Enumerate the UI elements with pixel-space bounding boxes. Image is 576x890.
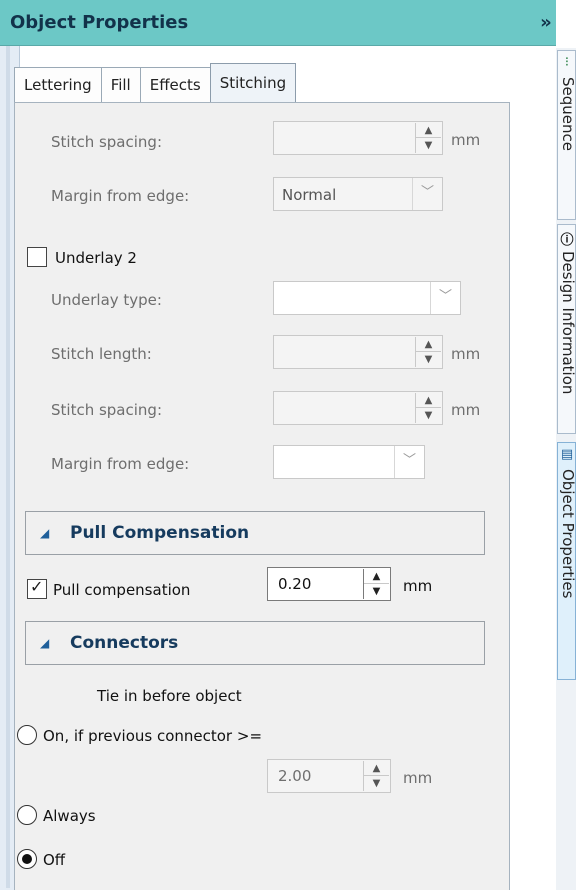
right-dock-tabs: ⁝ Sequence ⓘ Design Information ▤ Object… — [556, 48, 576, 890]
spin-down-icon[interactable]: ▼ — [416, 352, 441, 367]
underlay1-stitch-spacing-label: Stitch spacing: — [51, 133, 162, 151]
right-tab-sequence[interactable]: ⁝ Sequence — [557, 50, 576, 220]
underlay2-type-select[interactable]: ﹀ — [273, 281, 461, 315]
spin-arrows[interactable]: ▲ ▼ — [415, 337, 441, 367]
properties-icon: ▤ — [560, 447, 574, 462]
radio-on-if-previous[interactable] — [17, 725, 37, 745]
collapse-triangle-icon: ◢ — [40, 526, 50, 540]
tab-stitching[interactable]: Stitching — [209, 63, 297, 103]
underlay2-stitch-length-unit: mm — [451, 345, 481, 363]
tab-effects[interactable]: Effects — [139, 67, 211, 103]
underlay2-stitch-spacing-input[interactable]: ▲ ▼ — [273, 391, 443, 425]
radio-always[interactable] — [17, 805, 37, 825]
spin-up-icon[interactable]: ▲ — [364, 761, 389, 776]
spin-arrows[interactable]: ▲ ▼ — [363, 761, 389, 791]
left-dock-splitter[interactable] — [6, 28, 10, 888]
underlay2-stitch-spacing-label: Stitch spacing: — [51, 401, 162, 419]
connector-length-unit: mm — [403, 769, 433, 787]
right-tab-design-information[interactable]: ⓘ Design Information — [557, 224, 576, 434]
spin-arrows[interactable]: ▲ ▼ — [415, 393, 441, 423]
underlay1-margin-select[interactable]: Normal ﹀ — [273, 177, 443, 211]
radio-always-label: Always — [43, 807, 96, 825]
underlay2-stitch-length-label: Stitch length: — [51, 345, 152, 363]
connectors-section-title: Connectors — [70, 633, 179, 653]
underlay1-stitch-spacing-input[interactable]: ▲ ▼ — [273, 121, 443, 155]
panel-titlebar: Object Properties » — [0, 0, 556, 46]
pull-compensation-section-title: Pull Compensation — [70, 523, 250, 543]
underlay2-type-label: Underlay type: — [51, 291, 162, 309]
underlay2-stitch-spacing-unit: mm — [451, 401, 481, 419]
scroll-up-chevron-icon[interactable]: ⌃ — [509, 103, 510, 133]
chevron-down-icon[interactable]: ﹀ — [430, 282, 460, 314]
sequence-icon: ⁝ — [564, 55, 570, 70]
underlay1-margin-label: Margin from edge: — [51, 187, 190, 205]
underlay1-stitch-spacing-unit: mm — [451, 131, 481, 149]
spin-down-icon[interactable]: ▼ — [364, 776, 389, 791]
pull-compensation-checkbox[interactable]: ✓ — [27, 577, 47, 599]
underlay2-checkbox[interactable] — [27, 247, 47, 267]
spin-arrows[interactable]: ▲ ▼ — [415, 123, 441, 153]
property-tabs: Lettering Fill Effects Stitching — [14, 63, 297, 103]
chevron-down-icon[interactable]: ﹀ — [412, 178, 442, 210]
info-icon: ⓘ — [560, 233, 574, 248]
underlay2-margin-select[interactable]: ﹀ — [273, 445, 425, 479]
pull-compensation-label: Pull compensation — [53, 581, 191, 599]
radio-on-if-previous-label: On, if previous connector >= — [43, 727, 263, 745]
underlay2-label: Underlay 2 — [55, 249, 137, 267]
collapse-chevron-icon[interactable]: » — [536, 12, 556, 33]
stitching-tab-content: Stitch spacing: ▲ ▼ mm Margin from edge:… — [14, 102, 510, 890]
connectors-section-header[interactable]: ◢ Connectors — [25, 621, 485, 665]
pull-compensation-unit: mm — [403, 577, 433, 595]
underlay2-margin-label: Margin from edge: — [51, 455, 190, 473]
tab-lettering[interactable]: Lettering — [14, 67, 102, 103]
right-tab-object-properties[interactable]: ▤ Object Properties — [557, 442, 576, 680]
collapse-triangle-icon: ◢ — [40, 636, 50, 650]
tab-fill[interactable]: Fill — [100, 67, 141, 103]
vertical-scrollbar[interactable]: ⌃ — [509, 103, 510, 890]
connector-length-input[interactable]: 2.00 ▲ ▼ — [267, 759, 391, 793]
spin-up-icon[interactable]: ▲ — [416, 393, 441, 408]
tie-in-label: Tie in before object — [97, 687, 242, 705]
spin-down-icon[interactable]: ▼ — [364, 584, 389, 599]
radio-off-label: Off — [43, 851, 66, 869]
underlay2-stitch-length-input[interactable]: ▲ ▼ — [273, 335, 443, 369]
spin-up-icon[interactable]: ▲ — [416, 337, 441, 352]
radio-off[interactable] — [17, 849, 37, 869]
spin-up-icon[interactable]: ▲ — [364, 569, 389, 584]
chevron-down-icon[interactable]: ﹀ — [394, 446, 424, 478]
pull-compensation-section-header[interactable]: ◢ Pull Compensation — [25, 511, 485, 555]
spin-down-icon[interactable]: ▼ — [416, 408, 441, 423]
spin-down-icon[interactable]: ▼ — [416, 138, 441, 153]
spin-arrows[interactable]: ▲ ▼ — [363, 569, 389, 599]
panel-title: Object Properties — [10, 12, 189, 33]
pull-compensation-input[interactable]: 0.20 ▲ ▼ — [267, 567, 391, 601]
spin-up-icon[interactable]: ▲ — [416, 123, 441, 138]
checkmark-icon: ✓ — [30, 577, 44, 596]
